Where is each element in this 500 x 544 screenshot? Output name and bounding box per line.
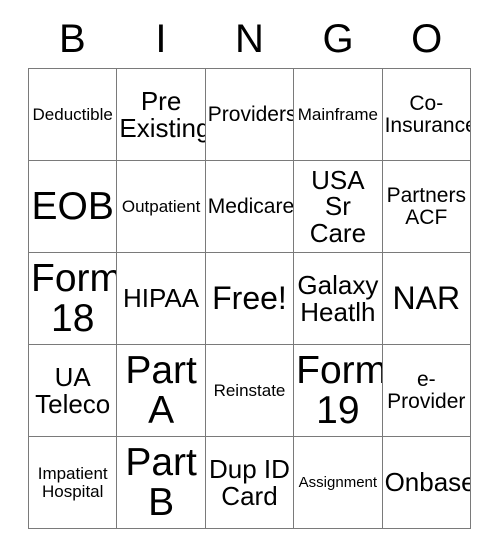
bingo-cell[interactable]: HIPAA — [116, 252, 206, 345]
bingo-cell[interactable]: Pre Existing — [116, 68, 206, 161]
bingo-cell-label: Part A — [125, 348, 197, 432]
bingo-cell[interactable]: Mainframe — [293, 68, 383, 161]
bingo-cell-free[interactable]: Free! — [204, 252, 295, 345]
bingo-cell[interactable]: Dup ID Card — [204, 436, 295, 529]
bingo-cell[interactable]: Galaxy Heatlh — [293, 252, 383, 345]
bingo-cell-label: e- Provider — [387, 368, 466, 413]
bingo-cell-label: EOB — [31, 184, 114, 228]
bingo-cell-label: USA Sr Care — [309, 164, 367, 248]
bingo-header-letter-i: I — [155, 17, 167, 61]
bingo-cell[interactable]: Onbase — [381, 436, 472, 529]
bingo-cell[interactable]: Reinstate — [204, 344, 295, 437]
bingo-cell-label: Galaxy Heatlh — [297, 269, 379, 327]
bingo-cell[interactable]: Partners ACF — [381, 160, 472, 253]
bingo-cell[interactable]: Part B — [116, 436, 206, 529]
bingo-cell[interactable]: Form 19 — [293, 344, 383, 437]
bingo-cell[interactable]: UA Teleco — [27, 344, 118, 437]
bingo-cell-label: Free! — [212, 280, 287, 317]
bingo-cell-label: Providers — [207, 102, 294, 126]
bingo-header-letter-g: G — [322, 17, 354, 61]
bingo-cell[interactable]: NAR — [381, 252, 472, 345]
bingo-cell-label: Deductible — [32, 104, 113, 124]
bingo-cell-label: Dup ID Card — [209, 453, 290, 511]
bingo-cell[interactable]: EOB — [27, 160, 118, 253]
bingo-cell-label: Co- Insurance — [384, 92, 471, 137]
bingo-header-letter-o: O — [411, 17, 443, 61]
bingo-row: Impatient Hospital Part B Dup ID Card As… — [27, 436, 472, 529]
bingo-cell[interactable]: e- Provider — [381, 344, 472, 437]
bingo-row: Deductible Pre Existing Providers Mainfr… — [27, 68, 472, 161]
bingo-cell-label: HIPAA — [123, 283, 200, 314]
bingo-cell-label: Part B — [125, 440, 197, 524]
bingo-cell[interactable]: Impatient Hospital — [27, 436, 118, 529]
bingo-cell[interactable]: Part A — [116, 344, 206, 437]
bingo-cell-label: Pre Existing — [119, 85, 206, 143]
bingo-row: UA Teleco Part A Reinstate Form 19 e- Pr… — [27, 344, 472, 437]
bingo-cell-label: Form 18 — [31, 256, 117, 340]
bingo-cell-label: UA Teleco — [35, 361, 111, 419]
bingo-cell-label: Assignment — [298, 473, 378, 491]
bingo-cell[interactable]: Outpatient — [116, 160, 206, 253]
bingo-cell-label: Impatient Hospital — [37, 464, 108, 501]
bingo-grid: Deductible Pre Existing Providers Mainfr… — [27, 68, 472, 529]
bingo-cell-label: Form 19 — [296, 348, 383, 432]
bingo-row: Form 18 HIPAA Free! Galaxy Heatlh NAR — [27, 252, 472, 345]
bingo-cell[interactable]: USA Sr Care — [293, 160, 383, 253]
bingo-cell-label: NAR — [392, 280, 461, 317]
bingo-cell[interactable]: Providers — [204, 68, 295, 161]
bingo-cell[interactable]: Medicare — [204, 160, 295, 253]
bingo-card: B I N G O Deductible Pre Existing Provid… — [27, 10, 472, 529]
bingo-cell[interactable]: Deductible — [27, 68, 118, 161]
bingo-cell-label: Partners ACF — [386, 184, 466, 229]
bingo-header-letter-n: N — [235, 17, 264, 61]
bingo-cell[interactable]: Assignment — [293, 436, 383, 529]
bingo-row: EOB Outpatient Medicare USA Sr Care Part… — [27, 160, 472, 253]
bingo-cell-label: Reinstate — [213, 380, 286, 400]
bingo-cell[interactable]: Co- Insurance — [381, 68, 472, 161]
bingo-header-letter-b: B — [58, 17, 86, 61]
bingo-cell-label: Mainframe — [297, 104, 379, 124]
bingo-cell-label: Onbase — [384, 467, 471, 498]
bingo-cell[interactable]: Form 18 — [27, 252, 118, 345]
bingo-cell-label: Outpatient — [121, 196, 201, 216]
bingo-header-row: B I N G O — [28, 10, 471, 68]
bingo-cell-label: Medicare — [207, 194, 294, 218]
